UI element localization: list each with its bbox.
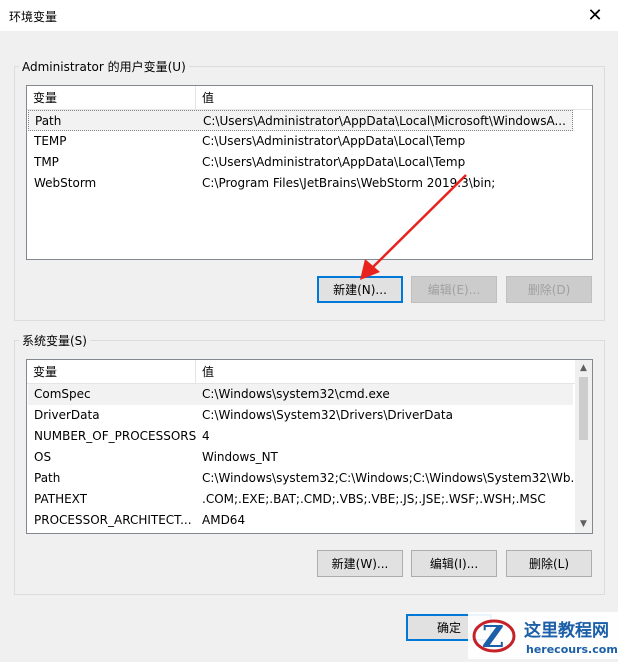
window-title: 环境变量 xyxy=(9,10,58,24)
variable-name: TEMP xyxy=(34,134,67,148)
variable-value: Windows_NT xyxy=(202,450,278,464)
list-header: 变量 值 xyxy=(27,360,592,384)
table-row[interactable]: DriverData C:\Windows\System32\Drivers\D… xyxy=(28,405,573,426)
table-row[interactable]: OS Windows_NT xyxy=(28,447,573,468)
user-edit-button[interactable]: 编辑(E)... xyxy=(411,276,497,303)
table-row[interactable]: ComSpec C:\Windows\system32\cmd.exe xyxy=(28,384,573,405)
column-header-value[interactable]: 值 xyxy=(196,360,214,384)
watermark-logo: Z 这里教程网 herecours.com xyxy=(468,612,618,659)
variable-value: .COM;.EXE;.BAT;.CMD;.VBS;.VBE;.JS;.JSE;.… xyxy=(202,492,546,506)
variable-name: PROCESSOR_ARCHITECT... xyxy=(34,513,192,527)
svg-text:Z: Z xyxy=(482,620,504,655)
variable-value: C:\Users\Administrator\AppData\Local\Tem… xyxy=(202,155,466,169)
scroll-up-icon[interactable]: ▲ xyxy=(575,360,592,377)
scrollbar-thumb[interactable] xyxy=(579,377,588,440)
variable-value: C:\Windows\system32\cmd.exe xyxy=(202,387,390,401)
user-variables-label: Administrator 的用户变量(U) xyxy=(19,58,189,75)
variable-name: Path xyxy=(34,471,61,485)
variable-name: DriverData xyxy=(34,408,100,422)
watermark-logo-icon: Z 这里教程网 herecours.com xyxy=(468,612,618,659)
close-icon[interactable]: ✕ xyxy=(572,0,618,31)
scroll-down-icon[interactable]: ▼ xyxy=(575,516,592,533)
table-row[interactable]: TEMP C:\Users\Administrator\AppData\Loca… xyxy=(28,131,573,152)
variable-value: C:\Users\Administrator\AppData\Local\Mic… xyxy=(203,114,566,128)
variable-value: 4 xyxy=(202,429,210,443)
column-header-variable[interactable]: 变量 xyxy=(27,360,57,384)
variable-name: OS xyxy=(34,450,52,464)
user-new-button[interactable]: 新建(N)... xyxy=(317,276,403,303)
table-row[interactable]: Path C:\Windows\system32;C:\Windows;C:\W… xyxy=(28,468,582,489)
watermark-url: herecours.com xyxy=(526,643,618,656)
variable-value: C:\Program Files\JetBrains\WebStorm 2019… xyxy=(202,176,496,190)
list-header: 变量 值 xyxy=(27,86,592,110)
table-row[interactable]: Path C:\Users\Administrator\AppData\Loca… xyxy=(28,110,573,131)
variable-name: PATHEXT xyxy=(34,492,88,506)
variable-value: C:\Windows\system32;C:\Windows;C:\Window… xyxy=(202,471,582,485)
column-header-value[interactable]: 值 xyxy=(196,86,214,110)
table-row[interactable]: TMP C:\Users\Administrator\AppData\Local… xyxy=(28,152,573,173)
user-variables-list[interactable]: 变量 值 Path C:\Users\Administrator\AppData… xyxy=(26,85,593,260)
system-edit-button[interactable]: 编辑(I)... xyxy=(411,550,497,577)
title-bar: 环境变量 ✕ xyxy=(0,0,618,31)
system-list-scrollbar[interactable]: ▲ ▼ xyxy=(575,360,592,533)
variable-name: WebStorm xyxy=(34,176,97,190)
variable-value: AMD64 xyxy=(202,513,246,527)
table-row[interactable]: PROCESSOR_ARCHITECT... AMD64 xyxy=(28,510,573,531)
system-new-button[interactable]: 新建(W)... xyxy=(317,550,403,577)
watermark-name: 这里教程网 xyxy=(524,620,609,641)
column-header-variable[interactable]: 变量 xyxy=(27,86,57,110)
system-delete-button[interactable]: 删除(L) xyxy=(506,550,592,577)
table-row[interactable]: WebStorm C:\Program Files\JetBrains\WebS… xyxy=(28,173,573,194)
table-row[interactable]: PATHEXT .COM;.EXE;.BAT;.CMD;.VBS;.VBE;.J… xyxy=(28,489,573,510)
variable-value: C:\Users\Administrator\AppData\Local\Tem… xyxy=(202,134,466,148)
system-variables-list[interactable]: 变量 值 ComSpec C:\Windows\system32\cmd.exe… xyxy=(26,359,593,534)
user-delete-button[interactable]: 删除(D) xyxy=(506,276,592,303)
variable-name: NUMBER_OF_PROCESSORS xyxy=(34,429,197,443)
variable-name: TMP xyxy=(34,155,59,169)
variable-name: Path xyxy=(35,114,62,128)
variable-name: ComSpec xyxy=(34,387,91,401)
table-row[interactable]: NUMBER_OF_PROCESSORS 4 xyxy=(28,426,573,447)
variable-value: C:\Windows\System32\Drivers\DriverData xyxy=(202,408,453,422)
system-variables-label: 系统变量(S) xyxy=(19,332,90,349)
